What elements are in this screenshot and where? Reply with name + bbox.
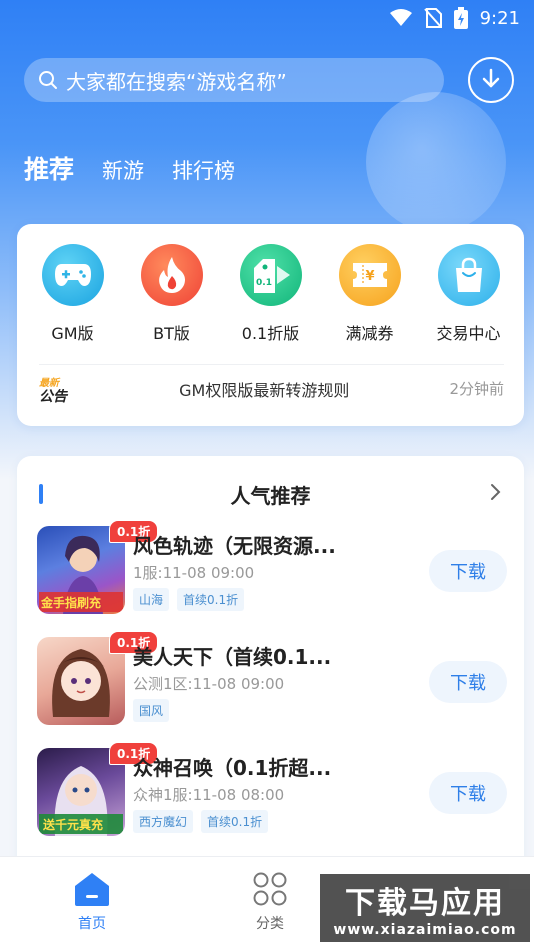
- game-tags: 国风: [133, 699, 170, 722]
- feature-trading[interactable]: 交易中心: [424, 244, 514, 344]
- download-manager-button[interactable]: [468, 57, 514, 103]
- wifi-icon: [389, 9, 412, 26]
- search-input[interactable]: 大家都在搜索“游戏名称”: [24, 58, 444, 102]
- feature-gm[interactable]: GM版: [28, 244, 118, 344]
- download-button[interactable]: 下载: [429, 661, 507, 703]
- watermark-url: www.xiazaimiao.com: [333, 922, 517, 938]
- game-server-time: 众神1服:11-08 08:00: [133, 786, 285, 804]
- list-item[interactable]: 0.1折 美人天下（首续0.1... 公测1区:11-08 09:00 国风 下…: [37, 631, 507, 729]
- top-tabs: 推荐 新游 排行榜: [24, 150, 235, 186]
- game-tag: 山海: [133, 588, 170, 611]
- game-tag: 西方魔幻: [133, 810, 194, 833]
- thumbnail-caption: 送千元真充: [43, 818, 104, 832]
- game-tag: 国风: [133, 699, 170, 722]
- popular-header[interactable]: 人气推荐: [17, 478, 524, 508]
- status-time: 9:21: [479, 7, 520, 29]
- popular-card: 人气推荐 金手指刷充 0.1折 风色轨迹（无限资源... 1服:11-08 09…: [17, 456, 524, 876]
- download-arrow-icon: [482, 68, 500, 88]
- tab-rankings[interactable]: 排行榜: [172, 155, 235, 185]
- game-tag: 首续0.1折: [201, 810, 269, 833]
- feature-label: 交易中心: [436, 324, 501, 343]
- game-tags: 山海 首续0.1折: [133, 588, 245, 611]
- list-item[interactable]: 送千元真充 0.1折 众神召唤（0.1折超... 众神1服:11-08 08:0…: [37, 742, 507, 840]
- game-title: 众神召唤（0.1折超...: [133, 756, 332, 780]
- game-title: 美人天下（首续0.1...: [133, 645, 332, 669]
- game-tag: 首续0.1折: [177, 588, 245, 611]
- feature-bt[interactable]: BT版: [127, 244, 217, 344]
- download-button[interactable]: 下载: [429, 772, 507, 814]
- feature-grid: GM版 BT版 0.1 0.1折版 ¥ 满减券 交易中心: [17, 244, 524, 344]
- game-title: 风色轨迹（无限资源...: [133, 534, 336, 558]
- section-title: 人气推荐: [230, 484, 311, 508]
- no-sim-icon: [423, 8, 442, 28]
- grid-icon: [253, 872, 287, 906]
- status-bar: 9:21: [0, 0, 534, 36]
- chevron-right-icon[interactable]: [490, 482, 502, 502]
- feature-discount[interactable]: 0.1 0.1折版: [226, 244, 316, 344]
- shopping-bag-icon: [437, 244, 500, 306]
- nav-home[interactable]: 首页: [52, 871, 132, 933]
- search-icon: [39, 71, 57, 89]
- game-server-time: 1服:11-08 09:00: [133, 564, 255, 582]
- game-tags: 西方魔幻 首续0.1折: [133, 810, 269, 833]
- feature-label: 满减券: [345, 324, 394, 343]
- search-placeholder: 大家都在搜索“游戏名称”: [66, 69, 287, 94]
- discount-tag-icon: 0.1: [239, 244, 302, 306]
- feature-card: GM版 BT版 0.1 0.1折版 ¥ 满减券 交易中心 最新 公告 GM权限版…: [17, 224, 524, 426]
- home-icon: [75, 873, 109, 906]
- feature-label: GM版: [51, 324, 94, 343]
- feature-label: 0.1折版: [241, 324, 300, 343]
- coupon-icon: ¥: [338, 244, 401, 306]
- notice-time: 2分钟前: [449, 380, 504, 398]
- watermark-logo: 下载马应用 www.xiazaimiao.com: [320, 874, 530, 942]
- watermark-title: 下载马应用: [345, 886, 505, 921]
- svg-text:0.1: 0.1: [256, 278, 272, 288]
- gamepad-icon: [41, 244, 104, 306]
- feature-label: BT版: [153, 324, 190, 343]
- tab-recommend[interactable]: 推荐: [24, 150, 74, 186]
- notice-bar[interactable]: 最新 公告 GM权限版最新转游规则 2分钟前: [39, 364, 504, 412]
- decorative-planet: [366, 92, 506, 232]
- notice-badge-bottom: 公告: [39, 388, 67, 405]
- notice-text: GM权限版最新转游规则: [179, 380, 350, 400]
- nav-label: 首页: [78, 916, 106, 932]
- battery-icon: [453, 7, 468, 29]
- flame-icon: [140, 244, 203, 306]
- search-row: 大家都在搜索“游戏名称”: [24, 57, 514, 103]
- thumbnail-caption: 金手指刷充: [41, 596, 102, 610]
- feature-coupon[interactable]: ¥ 满减券: [325, 244, 415, 344]
- download-button[interactable]: 下载: [429, 550, 507, 592]
- nav-category[interactable]: 分类: [230, 871, 310, 933]
- svg-text:¥: ¥: [365, 269, 374, 284]
- list-item[interactable]: 金手指刷充 0.1折 风色轨迹（无限资源... 1服:11-08 09:00 山…: [37, 520, 507, 618]
- nav-label: 分类: [256, 916, 284, 932]
- game-server-time: 公测1区:11-08 09:00: [133, 675, 285, 693]
- tab-new-games[interactable]: 新游: [102, 155, 144, 185]
- notice-badge: 最新 公告: [39, 374, 79, 405]
